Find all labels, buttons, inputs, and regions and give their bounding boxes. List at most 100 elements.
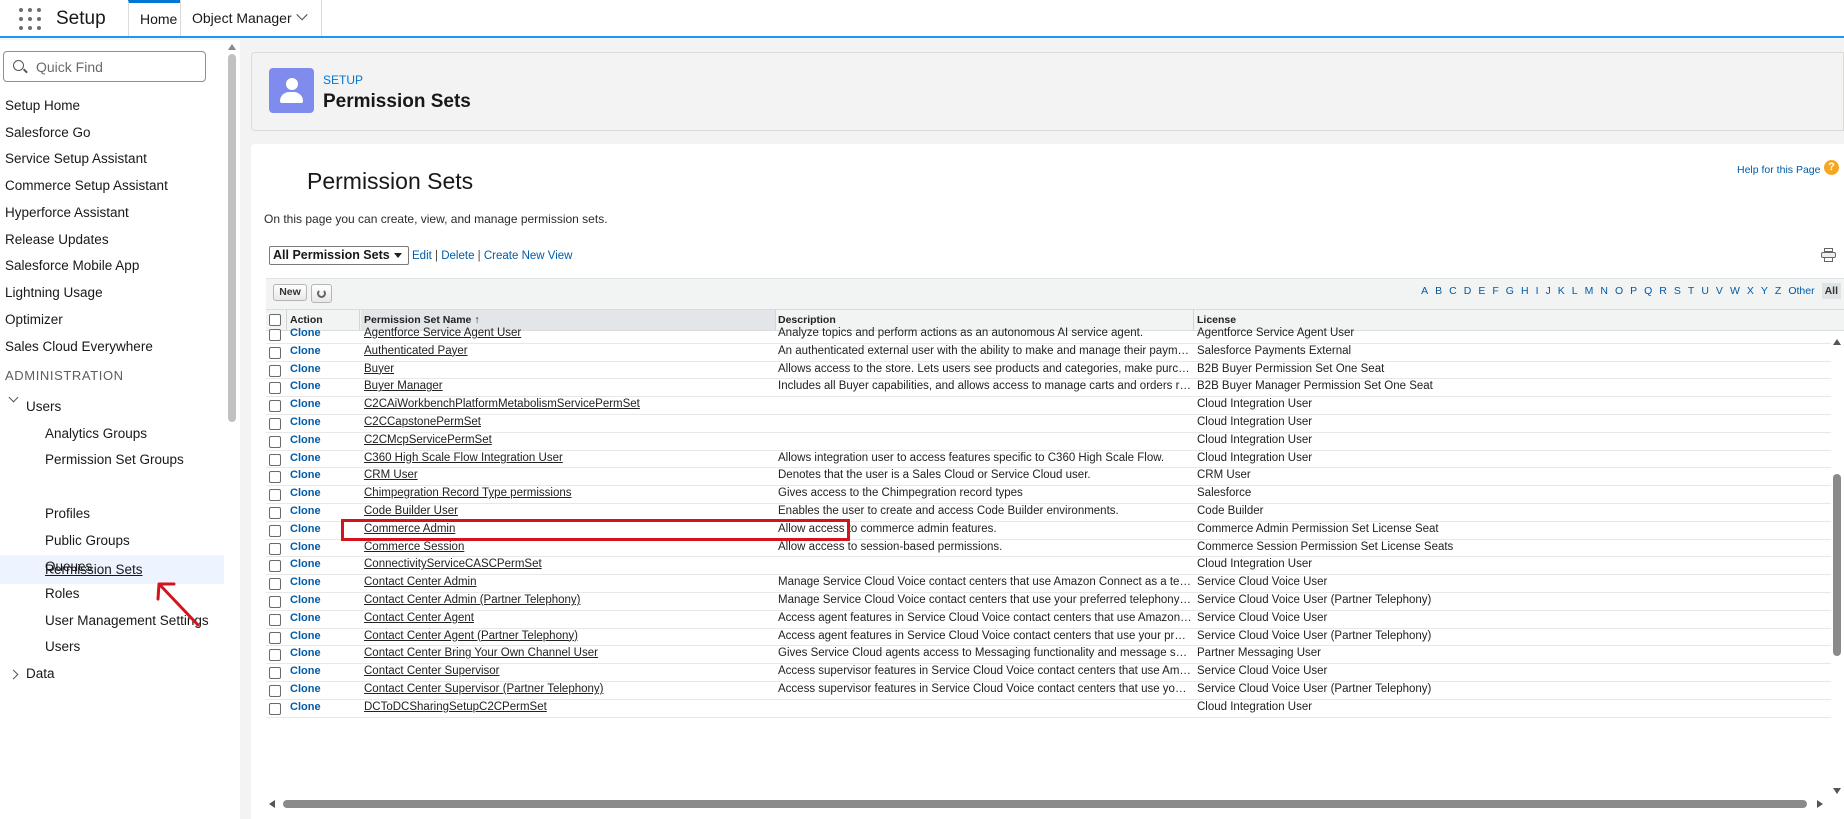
permission-set-name-link[interactable]: Contact Center Agent (Partner Telephony) xyxy=(364,630,774,642)
row-checkbox[interactable] xyxy=(269,702,281,715)
alphabet-filter-other[interactable]: Other xyxy=(1788,285,1814,297)
chevron-down-icon[interactable] xyxy=(8,392,19,403)
alphabet-filter-u[interactable]: U xyxy=(1701,285,1709,297)
row-checkbox[interactable] xyxy=(269,329,281,341)
row-checkbox[interactable] xyxy=(269,382,281,395)
sidebar-item-hyperforce-assistant[interactable]: Hyperforce Assistant xyxy=(5,205,129,220)
sidebar-item-setup-home[interactable]: Setup Home xyxy=(5,98,80,113)
alphabet-filter-r[interactable]: R xyxy=(1659,285,1667,297)
scroll-down-icon[interactable] xyxy=(1833,788,1841,794)
scroll-up-icon[interactable] xyxy=(228,44,236,50)
alphabet-filter-m[interactable]: M xyxy=(1585,285,1594,297)
help-for-this-page-link[interactable]: Help for this Page xyxy=(1737,164,1820,176)
clone-link[interactable]: Clone xyxy=(290,327,321,339)
clone-link[interactable]: Clone xyxy=(290,594,321,606)
sidebar-subitem-profiles[interactable]: Profiles xyxy=(45,506,90,521)
alphabet-filter-d[interactable]: D xyxy=(1464,285,1472,297)
clone-link[interactable]: Clone xyxy=(290,612,321,624)
quick-find-input[interactable] xyxy=(34,56,199,77)
vertical-scrollbar-thumb[interactable] xyxy=(1833,474,1841,656)
sidebar-item-salesforce-mobile-app[interactable]: Salesforce Mobile App xyxy=(5,258,139,273)
sidebar-item-commerce-setup-assistant[interactable]: Commerce Setup Assistant xyxy=(5,178,168,193)
row-checkbox[interactable] xyxy=(269,613,281,626)
clone-link[interactable]: Clone xyxy=(290,434,321,446)
breadcrumb[interactable]: SETUP xyxy=(323,73,363,87)
permission-set-name-link[interactable]: Contact Center Supervisor xyxy=(364,665,774,677)
sidebar-scrollbar-thumb[interactable] xyxy=(228,54,236,422)
row-checkbox[interactable] xyxy=(269,418,281,430)
permission-set-name-link[interactable]: Authenticated Payer xyxy=(364,345,774,357)
permission-set-name-link[interactable]: Contact Center Bring Your Own Channel Us… xyxy=(364,647,774,659)
sidebar-item-lightning-usage[interactable]: Lightning Usage xyxy=(5,285,103,300)
quick-find[interactable] xyxy=(3,51,206,82)
row-checkbox[interactable] xyxy=(269,667,281,680)
sidebar-item-service-setup-assistant[interactable]: Service Setup Assistant xyxy=(5,151,147,166)
horizontal-scrollbar-thumb[interactable] xyxy=(283,800,1807,808)
row-checkbox[interactable] xyxy=(269,542,281,555)
row-checkbox[interactable] xyxy=(269,507,281,519)
alphabet-filter-b[interactable]: B xyxy=(1435,285,1442,297)
row-checkbox[interactable] xyxy=(269,524,281,537)
alphabet-filter-all[interactable]: All xyxy=(1821,283,1841,299)
alphabet-filter-k[interactable]: K xyxy=(1558,285,1565,297)
alphabet-filter-l[interactable]: L xyxy=(1572,285,1578,297)
row-checkbox[interactable] xyxy=(269,578,281,591)
permission-set-name-link[interactable]: Contact Center Admin xyxy=(364,576,774,588)
delete-view-link[interactable]: Delete xyxy=(441,250,474,262)
sidebar-subitem-permission-sets[interactable]: Permission Sets xyxy=(0,555,224,584)
alphabet-filter-j[interactable]: J xyxy=(1545,285,1550,297)
app-launcher-icon[interactable] xyxy=(19,8,41,30)
permission-set-name-link[interactable]: DCToDCSharingSetupC2CPermSet xyxy=(364,701,774,713)
table-horizontal-scrollbar[interactable] xyxy=(266,796,1826,812)
row-checkbox[interactable] xyxy=(269,649,281,662)
clone-link[interactable]: Clone xyxy=(290,363,321,375)
new-button[interactable]: New xyxy=(273,284,307,301)
clone-link[interactable]: Clone xyxy=(290,647,321,659)
permission-set-name-link[interactable]: Buyer Manager xyxy=(364,380,774,392)
row-checkbox[interactable] xyxy=(269,346,281,359)
permission-set-name-link[interactable]: Agentforce Service Agent User xyxy=(364,327,774,339)
row-checkbox[interactable] xyxy=(269,435,281,448)
table-vertical-scrollbar[interactable] xyxy=(1830,336,1844,796)
sidebar-subitem-permission-set-groups[interactable]: Permission Set Groups xyxy=(45,452,184,467)
sidebar-subitem-analytics-groups[interactable]: Analytics Groups xyxy=(45,426,147,441)
permission-set-name-link[interactable]: C2CCapstonePermSet xyxy=(364,416,774,428)
clone-link[interactable]: Clone xyxy=(290,701,321,713)
permission-set-name-link[interactable]: C360 High Scale Flow Integration User xyxy=(364,452,774,464)
clone-link[interactable]: Clone xyxy=(290,505,321,517)
sidebar-item-sales-cloud-everywhere[interactable]: Sales Cloud Everywhere xyxy=(5,339,153,354)
sidebar-subitem-user-management-settings[interactable]: User Management Settings xyxy=(45,613,209,628)
permission-set-name-link[interactable]: Contact Center Admin (Partner Telephony) xyxy=(364,594,774,606)
row-checkbox[interactable] xyxy=(269,471,281,484)
scroll-left-icon[interactable] xyxy=(269,800,275,808)
clone-link[interactable]: Clone xyxy=(290,541,321,553)
permission-set-name-link[interactable]: C2CMcpServicePermSet xyxy=(364,434,774,446)
permission-set-name-link[interactable]: Commerce Session xyxy=(364,541,774,553)
alphabet-filter-x[interactable]: X xyxy=(1747,285,1754,297)
select-all-checkbox[interactable] xyxy=(269,314,281,326)
clone-link[interactable]: Clone xyxy=(290,576,321,588)
alphabet-filter-e[interactable]: E xyxy=(1478,285,1485,297)
sidebar-subitem-users[interactable]: Users xyxy=(45,639,80,654)
clone-link[interactable]: Clone xyxy=(290,452,321,464)
alphabet-filter-t[interactable]: T xyxy=(1688,285,1694,297)
clone-link[interactable]: Clone xyxy=(290,683,321,695)
sidebar-group-users[interactable]: Users xyxy=(26,399,61,414)
clone-link[interactable]: Clone xyxy=(290,398,321,410)
permission-set-name-link[interactable]: Buyer xyxy=(364,363,774,375)
alphabet-filter-z[interactable]: Z xyxy=(1775,285,1781,297)
permission-set-name-link[interactable]: Chimpegration Record Type permissions xyxy=(364,487,774,499)
permission-set-name-link[interactable]: Code Builder User xyxy=(364,505,774,517)
chevron-down-icon[interactable] xyxy=(295,9,308,21)
alphabet-filter-v[interactable]: V xyxy=(1716,285,1723,297)
sidebar-subitem-queues[interactable]: Queues xyxy=(45,559,92,574)
column-header-name[interactable]: Permission Set Name ↑ xyxy=(364,314,480,326)
list-view-select[interactable]: All Permission Sets xyxy=(269,246,409,265)
row-checkbox[interactable] xyxy=(269,631,281,644)
alphabet-filter-o[interactable]: O xyxy=(1615,285,1623,297)
row-checkbox[interactable] xyxy=(269,685,281,697)
alphabet-filter-y[interactable]: Y xyxy=(1761,285,1768,297)
printer-icon[interactable] xyxy=(1821,248,1836,262)
row-checkbox[interactable] xyxy=(269,596,281,608)
sidebar-group-data[interactable]: Data xyxy=(26,666,55,681)
